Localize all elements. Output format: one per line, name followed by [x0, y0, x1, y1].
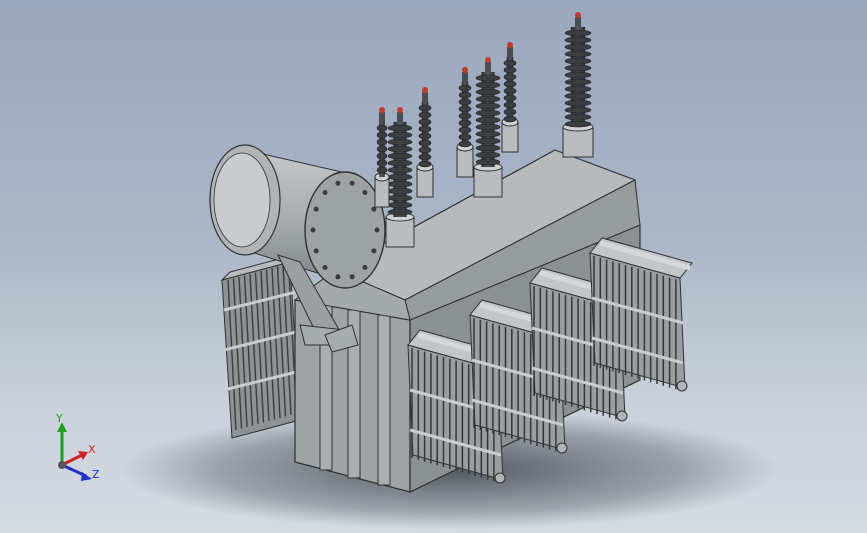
triad-x-label: X — [88, 443, 96, 456]
conservator-end-flange — [304, 171, 386, 289]
radiator-left — [220, 253, 301, 439]
triad-z-label: Z — [92, 468, 100, 481]
cad-3d-viewport[interactable]: Y X Z — [0, 0, 867, 533]
triad-y-label: Y — [55, 412, 63, 425]
coordinate-triad: Y X Z — [40, 410, 120, 490]
transformer-model[interactable] — [0, 0, 867, 533]
